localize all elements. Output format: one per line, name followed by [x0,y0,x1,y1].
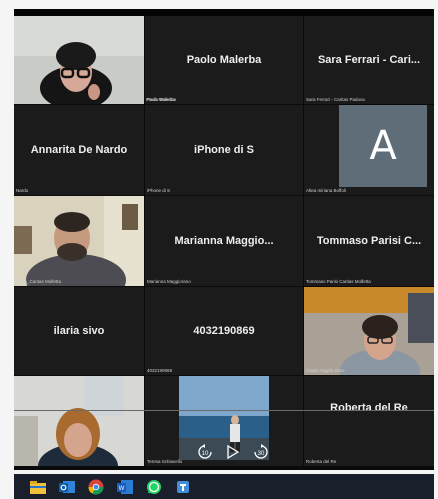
participant-tile-4032190869[interactable]: 4032190869 4032190869 [145,287,303,375]
participant-name: Marianna Maggio... [174,235,274,247]
svg-text:W: W [119,486,125,492]
windows-taskbar: W [14,474,434,499]
participant-name: Annarita De Nardo [30,144,128,156]
whatsapp-icon[interactable] [146,479,162,495]
forward-label: 30 [258,451,265,457]
horizontal-divider [14,410,434,411]
participant-label: Nardo [16,188,29,193]
participant-tile-iphone-di-s[interactable]: iPhone di S iPhone di S [145,105,303,195]
meeting-gallery: Paolo Malerba Paolo Malerba Sara Ferrari… [14,9,434,470]
forward-icon: 30 [254,444,268,459]
participant-video [304,287,434,375]
forward-button[interactable]: 30 [253,444,269,460]
participant-tile-giada-video[interactable]: Giada Angela Simo [304,287,434,375]
participant-tile-tommaso-parisi[interactable]: Tommaso Parisi C... Tommaso Parisi Carit… [304,196,434,286]
participant-name: iPhone di S [194,144,254,156]
participant-name: 4032190869 [193,325,255,337]
participant-label: 4032190869 [147,368,173,373]
participant-label: Roberta del Re [306,459,337,464]
teams-icon[interactable] [175,479,191,495]
participant-label: Giada Angela Simo [306,368,345,373]
outlook-icon[interactable] [59,479,75,495]
participant-tile-paolo-video[interactable] [14,16,144,104]
rewind-icon: 10 [198,444,212,459]
participant-name: Tommaso Parisi C... [316,235,422,247]
participant-video [14,196,144,286]
participant-avatar: A [339,105,427,187]
file-explorer-icon[interactable] [30,479,46,495]
participant-label: Paolo Malerba [146,97,176,102]
participant-name: Roberta del Re [330,402,408,415]
avatar-letter: A [369,123,397,169]
media-controls: 10 30 [197,444,269,460]
participant-name: Paolo Malerba [186,54,262,66]
participant-label: orgila_Caritas Molfetta [16,279,62,284]
rewind-label: 10 [202,451,209,457]
participant-tile-ilaria-sivo[interactable]: ilaria sivo [14,287,144,375]
participant-video [14,376,144,466]
participant-name: Sara Ferrari - Cari... [317,54,421,66]
participant-tile-altea-boffoli[interactable]: A Altea miriana Boffoli [304,105,434,195]
participant-tile-roberta-del-re[interactable]: Roberta del Re Roberta del Re [304,376,434,466]
participant-label: Sara Ferrari - Caritas Padova [306,97,365,102]
chrome-icon[interactable] [88,479,104,495]
play-button[interactable] [227,445,239,459]
participant-tile-teresa-schiavello[interactable]: 10 30 Teresa Schiavello [145,376,303,466]
participant-label: Tommaso Parisi Caritas Molfetta [306,279,371,284]
participant-video [14,16,144,104]
participant-tile-curly-video[interactable] [14,376,144,466]
rewind-button[interactable]: 10 [197,444,213,460]
word-icon[interactable]: W [117,479,133,495]
participant-label: Altea miriana Boffoli [306,188,346,193]
participant-tile-paolo-malerba[interactable]: Paolo Malerba Paolo Malerba [145,16,303,104]
participant-tile-marianna-maggiorano[interactable]: Marianna Maggio... Marianna Maggiorano [145,196,303,286]
participant-label: Marianna Maggiorano [147,279,191,284]
participant-label: Teresa Schiavello [147,459,183,464]
play-icon [227,445,239,459]
participant-label: iPhone di S [147,188,171,193]
participant-tile-annarita-de-nardo[interactable]: Annarita De Nardo Nardo [14,105,144,195]
participant-tile-caritas-molfetta-video[interactable]: orgila_Caritas Molfetta [14,196,144,286]
participant-name: ilaria sivo [53,325,105,337]
participant-tile-sara-ferrari[interactable]: Sara Ferrari - Cari... Sara Ferrari - Ca… [304,16,434,104]
